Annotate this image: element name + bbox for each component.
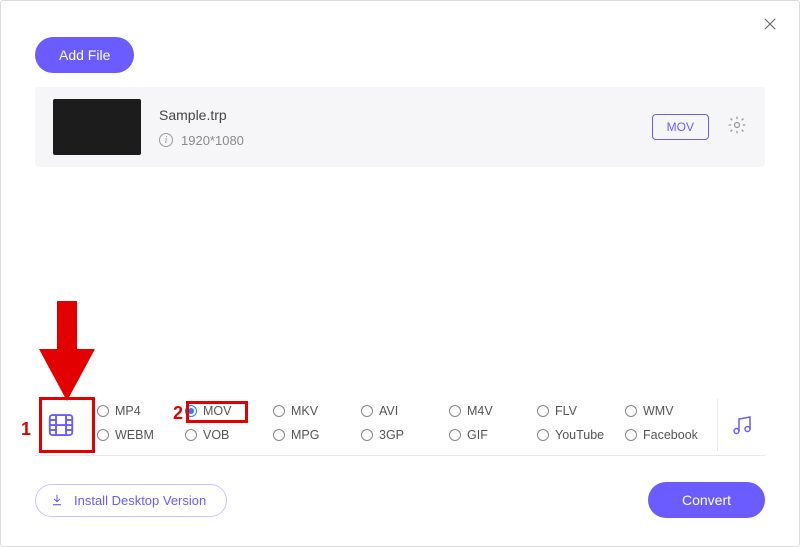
format-label: WEBM (115, 428, 154, 442)
format-option-m4v[interactable]: M4V (449, 404, 533, 418)
radio-icon (185, 405, 197, 417)
format-label: 3GP (379, 428, 404, 442)
format-option-webm[interactable]: WEBM (97, 428, 181, 442)
format-label: FLV (555, 404, 577, 418)
format-option-mov[interactable]: MOV (185, 404, 269, 418)
format-option-youtube[interactable]: YouTube (537, 428, 621, 442)
format-option-gif[interactable]: GIF (449, 428, 533, 442)
radio-icon (273, 405, 285, 417)
radio-icon (361, 429, 373, 441)
format-option-facebook[interactable]: Facebook (625, 428, 709, 442)
file-item: Sample.trp i 1920*1080 MOV (35, 87, 765, 167)
radio-icon (625, 429, 637, 441)
info-icon[interactable]: i (159, 133, 173, 147)
radio-icon (449, 405, 461, 417)
format-label: M4V (467, 404, 493, 418)
radio-icon (625, 405, 637, 417)
video-thumbnail[interactable] (53, 99, 141, 155)
radio-icon (185, 429, 197, 441)
format-option-mkv[interactable]: MKV (273, 404, 357, 418)
gear-icon[interactable] (727, 115, 747, 140)
convert-button[interactable]: Convert (648, 482, 765, 518)
format-label: YouTube (555, 428, 604, 442)
radio-icon (449, 429, 461, 441)
format-option-3gp[interactable]: 3GP (361, 428, 445, 442)
format-option-vob[interactable]: VOB (185, 428, 269, 442)
format-option-flv[interactable]: FLV (537, 404, 621, 418)
format-label: MKV (291, 404, 318, 418)
install-desktop-label: Install Desktop Version (74, 493, 206, 508)
format-label: MP4 (115, 404, 141, 418)
format-label: VOB (203, 428, 229, 442)
format-option-wmv[interactable]: WMV (625, 404, 709, 418)
file-name: Sample.trp (159, 107, 652, 123)
install-desktop-button[interactable]: Install Desktop Version (35, 484, 227, 517)
format-option-mp4[interactable]: MP4 (97, 404, 181, 418)
format-label: MOV (203, 404, 231, 418)
annotation-arrow (39, 301, 95, 406)
format-option-mpg[interactable]: MPG (273, 428, 357, 442)
radio-icon (537, 405, 549, 417)
radio-icon (97, 429, 109, 441)
format-label: AVI (379, 404, 398, 418)
close-icon[interactable] (761, 15, 779, 38)
radio-icon (361, 405, 373, 417)
output-format-badge[interactable]: MOV (652, 114, 709, 140)
file-resolution: 1920*1080 (181, 133, 244, 148)
download-icon (50, 493, 64, 507)
radio-icon (97, 405, 109, 417)
format-option-avi[interactable]: AVI (361, 404, 445, 418)
add-file-button[interactable]: Add File (35, 37, 134, 73)
video-tab-icon[interactable] (35, 399, 87, 451)
radio-icon (537, 429, 549, 441)
format-label: Facebook (643, 428, 698, 442)
audio-tab-icon[interactable] (717, 399, 765, 451)
radio-icon (273, 429, 285, 441)
annotation-number-1: 1 (21, 419, 31, 440)
format-label: MPG (291, 428, 319, 442)
format-label: WMV (643, 404, 674, 418)
format-panel: MP4 MOV MKV AVI M4V FLV WMV WEBM VOB MPG 3GP GIF You… (35, 399, 765, 456)
format-label: GIF (467, 428, 488, 442)
